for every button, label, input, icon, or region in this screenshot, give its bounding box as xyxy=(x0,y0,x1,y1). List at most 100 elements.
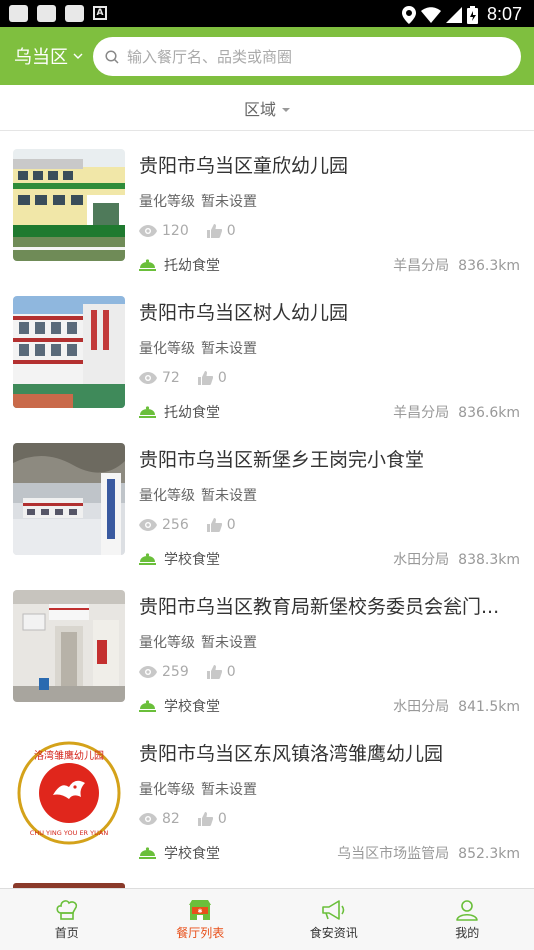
eye-icon xyxy=(139,225,157,237)
distance: 836.6km xyxy=(458,405,520,421)
grade-value: 暂未设置 xyxy=(201,782,257,798)
tab-restaurant-list[interactable]: ✱ 餐厅列表 xyxy=(134,889,268,950)
grade-label: 量化等级 xyxy=(139,782,195,798)
bottom-tab-bar: 首页 ✱ 餐厅列表 食安资讯 我的 xyxy=(0,888,534,950)
restaurant-list: 贵阳市乌当区童欣幼儿园 量化等级 暂未设置 120 0 托幼食堂 羊昌分局 836.… xyxy=(0,131,534,888)
dish-cover-icon xyxy=(139,700,156,712)
region-label: 乌当区 xyxy=(14,47,68,68)
restaurant-name: 贵阳市乌当区东风镇洛湾雏鹰幼儿园 xyxy=(139,743,444,765)
eye-icon xyxy=(139,519,157,531)
tab-mine[interactable]: 我的 xyxy=(401,889,534,950)
grade-info: 量化等级 暂未设置 xyxy=(139,779,257,799)
view-count: 120 xyxy=(162,223,189,239)
like-count: 0 xyxy=(217,811,227,827)
signal-icon xyxy=(445,6,462,23)
view-count: 256 xyxy=(162,517,189,533)
category: 学校食堂 xyxy=(139,696,220,716)
like-count: 0 xyxy=(226,223,236,239)
like-count: 0 xyxy=(217,370,227,386)
location-meta: 乌当区市场监管局 852.3km xyxy=(337,843,520,863)
grade-value: 暂未设置 xyxy=(201,488,257,504)
like-count: 0 xyxy=(226,664,236,680)
bureau: 羊昌分局 xyxy=(393,405,450,421)
restaurant-item[interactable]: 贵阳市乌当区新堡乡王岗完小食堂 量化等级 暂未设置 256 0 学校食堂 水田分局… xyxy=(0,425,534,572)
restaurant-item[interactable]: 洛湾雏鹰幼儿园 CHU YING YOU ER YUAN 贵阳市乌当区东风镇洛湾… xyxy=(0,719,534,866)
tab-label: 餐厅列表 xyxy=(176,925,225,940)
grade-label: 量化等级 xyxy=(139,488,195,504)
location-meta: 水田分局 841.5km xyxy=(393,696,520,716)
category-label: 托幼食堂 xyxy=(164,258,220,274)
person-icon xyxy=(456,899,479,921)
dish-cover-icon xyxy=(139,553,156,565)
search-input[interactable] xyxy=(127,47,507,66)
category: 学校食堂 xyxy=(139,843,220,863)
category: 托幼食堂 xyxy=(139,255,220,275)
category-label: 学校食堂 xyxy=(164,846,220,862)
notification-icon xyxy=(37,5,56,22)
bureau: 水田分局 xyxy=(393,552,450,568)
tab-food-safety-news[interactable]: 食安资讯 xyxy=(267,889,401,950)
grade-info: 量化等级 暂未设置 xyxy=(139,338,257,358)
like-count: 0 xyxy=(226,517,236,533)
restaurant-photo xyxy=(13,443,125,555)
dish-cover-icon xyxy=(139,259,156,271)
grade-label: 量化等级 xyxy=(139,635,195,651)
tab-home[interactable]: 首页 xyxy=(0,889,134,950)
stats: 72 0 xyxy=(139,370,227,386)
area-filter-label: 区域 xyxy=(243,99,276,119)
distance: 838.3km xyxy=(458,552,520,568)
grade-value: 暂未设置 xyxy=(201,341,257,357)
stats: 259 0 xyxy=(139,664,236,680)
thumbs-up-icon[interactable] xyxy=(206,224,222,238)
restaurant-photo xyxy=(13,149,125,261)
stats: 256 0 xyxy=(139,517,236,533)
search-box[interactable] xyxy=(93,37,521,76)
logo-bottom-text: CHU YING YOU ER YUAN xyxy=(30,829,109,837)
region-selector[interactable]: 乌当区 xyxy=(14,27,83,85)
megaphone-icon xyxy=(321,899,345,920)
grade-info: 量化等级 暂未设置 xyxy=(139,485,257,505)
thumbs-up-icon[interactable] xyxy=(197,812,213,826)
distance: 852.3km xyxy=(458,846,520,862)
bureau: 羊昌分局 xyxy=(393,258,450,274)
stats: 82 0 xyxy=(139,811,227,827)
dish-cover-icon xyxy=(139,847,156,859)
grade-value: 暂未设置 xyxy=(201,194,257,210)
restaurant-item[interactable]: 贵阳市乌当区教育局新堡校务委员会瓮门... 量化等级 暂未设置 259 0 学校食… xyxy=(0,572,534,719)
area-filter-dropdown[interactable]: 区域 xyxy=(244,96,290,120)
category: 学校食堂 xyxy=(139,549,220,569)
restaurant-item[interactable]: 贵阳市乌当区童欣幼儿园 量化等级 暂未设置 120 0 托幼食堂 羊昌分局 836.… xyxy=(0,131,534,278)
chevron-down-icon xyxy=(73,53,83,59)
app-header: 乌当区 xyxy=(0,27,534,85)
eye-icon xyxy=(139,813,157,825)
svg-text:✱: ✱ xyxy=(198,908,203,915)
stats: 120 0 xyxy=(139,223,236,239)
location-icon xyxy=(401,5,416,24)
restaurant-name: 贵阳市乌当区新堡乡王岗完小食堂 xyxy=(139,449,425,471)
search-icon xyxy=(105,49,119,64)
logo-top-text: 洛湾雏鹰幼儿园 xyxy=(34,749,104,762)
category-label: 托幼食堂 xyxy=(164,405,220,421)
restaurant-item[interactable]: 贵阳市乌当区树人幼儿园 量化等级 暂未设置 72 0 托幼食堂 羊昌分局 836.6… xyxy=(0,278,534,425)
clock: 8:07 xyxy=(486,4,522,24)
caret-down-icon xyxy=(282,108,290,112)
notification-icon xyxy=(65,5,84,22)
distance: 836.3km xyxy=(458,258,520,274)
tab-label: 我的 xyxy=(455,925,480,940)
grade-label: 量化等级 xyxy=(139,194,195,210)
notification-icon xyxy=(9,5,28,22)
restaurant-photo xyxy=(13,296,125,408)
battery-icon xyxy=(466,5,478,24)
grade-info: 量化等级 暂未设置 xyxy=(139,191,257,211)
distance: 841.5km xyxy=(458,699,520,715)
thumbs-up-icon[interactable] xyxy=(197,371,213,385)
wifi-icon xyxy=(420,6,441,23)
thumbs-up-icon[interactable] xyxy=(206,665,222,679)
storefront-icon: ✱ xyxy=(189,899,212,920)
restaurant-logo: 洛湾雏鹰幼儿园 CHU YING YOU ER YUAN xyxy=(13,737,125,849)
tab-label: 食安资讯 xyxy=(309,925,358,940)
restaurant-photo xyxy=(13,590,125,702)
thumbs-up-icon[interactable] xyxy=(206,518,222,532)
filter-bar: 区域 xyxy=(0,85,534,131)
notification-a-icon: A xyxy=(93,6,107,20)
